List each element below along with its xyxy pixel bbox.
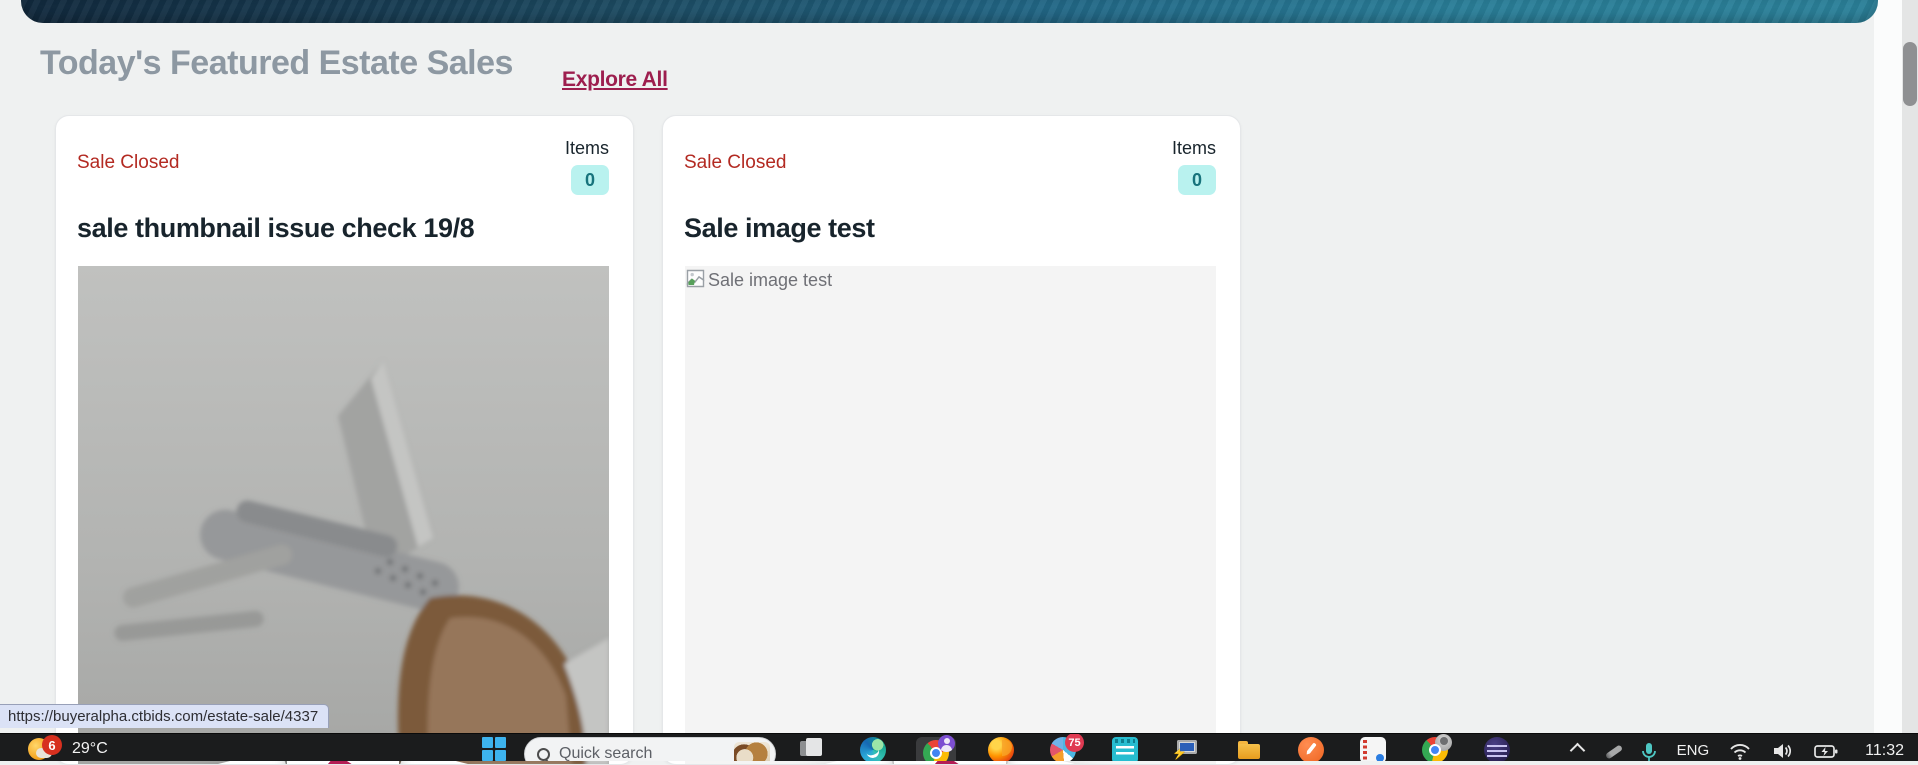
remote-desktop-icon[interactable]: ⚡ [1174, 737, 1200, 761]
sale-status-label: Sale Closed [684, 152, 786, 174]
search-daily-image [734, 742, 770, 761]
temperature-label: 29°C [72, 740, 108, 758]
scrollbar-thumb[interactable] [1903, 42, 1917, 106]
items-label: Items [1172, 138, 1216, 159]
page-right-gutter [1874, 0, 1902, 733]
page-title: Today's Featured Estate Sales [40, 44, 513, 83]
items-count-badge: 0 [1178, 165, 1216, 195]
speaker-icon[interactable] [1771, 741, 1793, 761]
search-placeholder: Quick search [559, 745, 652, 761]
sale-photo [78, 266, 609, 765]
taskbar-search[interactable]: Quick search [524, 737, 776, 761]
image-alt-text: Sale image test [708, 269, 832, 291]
chrome-profile-icon[interactable] [1422, 737, 1448, 761]
battery-charging-icon[interactable] [1813, 741, 1839, 761]
sale-title: sale thumbnail issue check 19/8 [77, 213, 474, 244]
chrome-active-app[interactable] [916, 737, 956, 761]
pocket-knife-photo [78, 266, 609, 765]
search-icon [537, 748, 550, 761]
firefox-icon[interactable] [988, 737, 1014, 761]
folder-icon[interactable] [1236, 737, 1262, 761]
link-status-tooltip: https://buyeralpha.ctbids.com/estate-sal… [0, 704, 329, 728]
media-app-icon[interactable] [1360, 737, 1386, 761]
pen-tray-icon[interactable] [1603, 742, 1621, 760]
explore-all-link[interactable]: Explore All [562, 68, 668, 92]
sale-title: Sale image test [684, 213, 875, 244]
site-header-bar [21, 0, 1878, 23]
clock[interactable]: 11:32 [1865, 742, 1904, 760]
lightning-glyph: ⚡ [1172, 747, 1187, 759]
eclipse-app-icon[interactable] [1484, 737, 1510, 761]
broken-sale-image: Sale image test [685, 266, 1216, 765]
estate-sale-card-2[interactable]: Sale Closed Items 0 Sale image test Sale… [662, 115, 1241, 765]
start-button[interactable] [482, 737, 506, 761]
items-label: Items [565, 138, 609, 159]
estate-sale-card-1[interactable]: Sale Closed Items 0 sale thumbnail issue… [55, 115, 634, 765]
notification-badge: 6 [42, 735, 62, 755]
microphone-icon[interactable] [1641, 741, 1657, 761]
chrome-profile-badge [938, 735, 955, 752]
edge-browser-icon[interactable] [860, 737, 886, 761]
broken-image-icon [686, 269, 705, 288]
profile-avatar [1435, 734, 1452, 751]
wifi-icon[interactable] [1729, 741, 1751, 761]
windows-taskbar: 6 29°C Quick search 75 ⚡ [0, 733, 1918, 761]
file-explorer-icon[interactable] [798, 737, 824, 761]
notebook-app-icon[interactable] [1112, 737, 1138, 761]
items-count-badge: 0 [571, 165, 609, 195]
hidden-icons-chevron[interactable] [1569, 743, 1585, 759]
stats-app-icon[interactable]: 75 [1050, 737, 1076, 761]
language-indicator[interactable]: ENG [1677, 742, 1710, 759]
notification-count-badge: 75 [1065, 733, 1084, 752]
vertical-scrollbar[interactable] [1902, 0, 1918, 760]
weather-widget[interactable]: 6 29°C [28, 738, 108, 760]
sale-status-label: Sale Closed [77, 152, 179, 174]
pencil-app-icon[interactable] [1298, 737, 1324, 761]
